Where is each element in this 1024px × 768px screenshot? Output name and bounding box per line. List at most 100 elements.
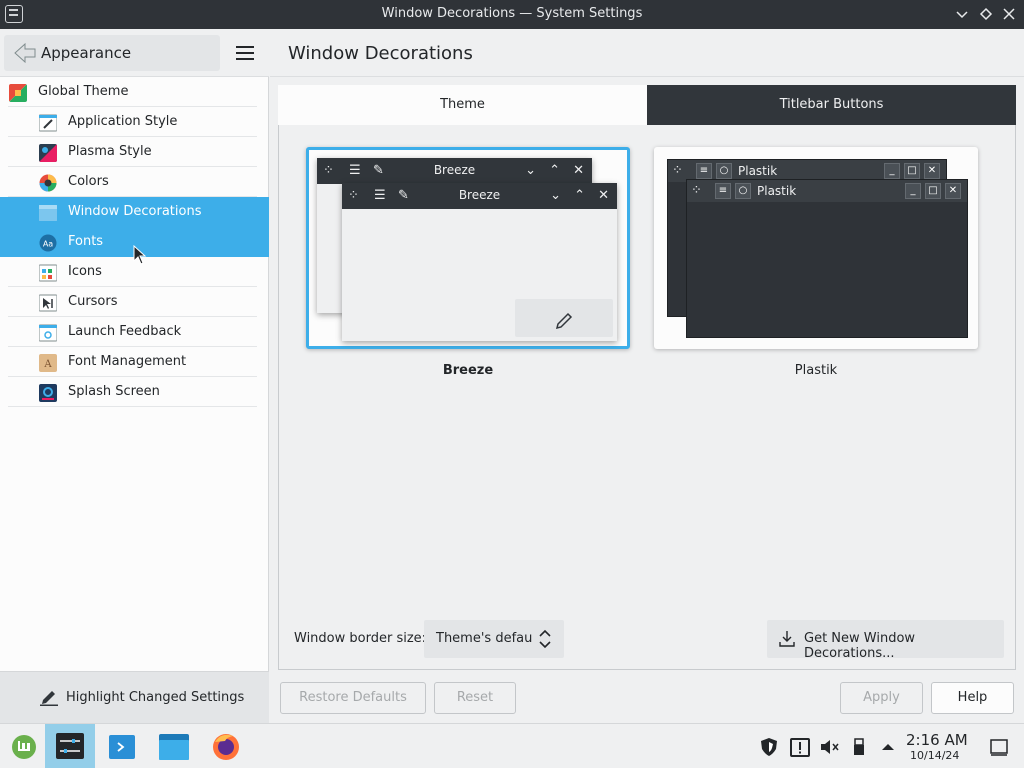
clock-time[interactable]: 2:16 AM xyxy=(906,731,968,749)
application-style-icon xyxy=(39,114,57,132)
sidebar: Appearance Global Theme Application Styl… xyxy=(0,29,269,723)
sidebar-item-label: Plasma Style xyxy=(68,144,152,159)
taskbar-system-settings[interactable] xyxy=(45,724,95,768)
application-launcher-button[interactable] xyxy=(0,724,50,768)
system-settings-icon xyxy=(56,733,84,759)
decoration-card-breeze[interactable]: ⁘ ☰ ✎ Breeze ⌄ ⌃ ✕ ⁘ ☰ ✎ Breeze ⌄ ⌃ ✕ xyxy=(306,147,630,349)
maximize-icon: ⌃ xyxy=(574,188,585,203)
sidebar-item-label: Cursors xyxy=(68,294,118,309)
sticky-icon: ○ xyxy=(716,163,732,179)
close-icon: ✕ xyxy=(945,183,961,199)
restore-defaults-button[interactable]: Restore Defaults xyxy=(280,682,426,714)
global-theme-icon xyxy=(9,84,27,102)
maximize-icon: □ xyxy=(904,163,920,179)
window-title: Window Decorations — System Settings xyxy=(381,6,643,21)
window-border-size-select[interactable]: Theme's defau xyxy=(424,620,564,658)
folder-icon xyxy=(159,734,189,760)
maximize-icon[interactable] xyxy=(976,4,996,24)
highlight-changed-settings-button[interactable]: Highlight Changed Settings xyxy=(0,671,269,723)
close-icon: ✕ xyxy=(924,163,940,179)
window-menu-icon: ⁘ xyxy=(672,163,683,178)
cursors-icon xyxy=(39,294,57,312)
decoration-name-plastik: Plastik xyxy=(794,363,838,378)
sidebar-header: Appearance xyxy=(0,29,269,77)
sidebar-item-plasma-style[interactable]: Plasma Style xyxy=(0,137,269,167)
font-management-icon: A xyxy=(39,354,57,372)
firefox-icon xyxy=(213,734,239,760)
minimize-icon[interactable] xyxy=(952,4,972,24)
sidebar-item-window-decorations[interactable]: Window Decorations xyxy=(0,197,269,227)
back-button[interactable]: Appearance xyxy=(4,35,220,71)
plastik-preview-front-window: ⁘ ≡ ○ Plastik _ □ ✕ xyxy=(686,179,968,338)
back-arrow-icon xyxy=(14,43,36,63)
sidebar-item-font-management[interactable]: A Font Management xyxy=(0,347,269,377)
sidebar-item-application-style[interactable]: Application Style xyxy=(0,107,269,137)
sidebar-item-cursors[interactable]: Cursors xyxy=(0,287,269,317)
sidebar-item-label: Launch Feedback xyxy=(68,324,182,339)
volume-muted-icon[interactable] xyxy=(818,736,840,758)
tab-titlebar-buttons[interactable]: Titlebar Buttons xyxy=(647,85,1016,125)
decoration-name-breeze: Breeze xyxy=(442,363,494,378)
window-border-size-label: Window border size: xyxy=(294,631,427,646)
sidebar-item-launch-feedback[interactable]: Launch Feedback xyxy=(0,317,269,347)
sidebar-item-colors[interactable]: Colors xyxy=(0,167,269,197)
window-border-size-value: Theme's defau xyxy=(436,631,533,646)
decoration-card-plastik[interactable]: ⁘ ≡ ○ Plastik _ □ ✕ ⁘ ≡ ○ Plastik _ □ ✕ xyxy=(654,147,978,349)
taskbar-file-manager[interactable] xyxy=(149,724,199,768)
close-icon[interactable] xyxy=(999,4,1019,24)
apply-button[interactable]: Apply xyxy=(840,682,923,714)
chevron-up-icon[interactable] xyxy=(877,736,899,758)
svg-text:Aa: Aa xyxy=(43,240,53,249)
mouse-cursor-icon xyxy=(133,245,147,265)
sidebar-item-global-theme[interactable]: Global Theme xyxy=(0,77,269,107)
window-titlebar[interactable]: Window Decorations — System Settings xyxy=(0,0,1024,29)
sidebar-item-label: Fonts xyxy=(68,234,104,249)
close-icon: ✕ xyxy=(573,163,584,178)
main-content: Window Decorations Theme Titlebar Button… xyxy=(270,29,1024,723)
svg-text:A: A xyxy=(43,359,52,370)
get-new-window-decorations-button[interactable]: Get New Window Decorations... xyxy=(767,620,1004,661)
sidebar-item-splash-screen[interactable]: Splash Screen xyxy=(0,377,269,407)
shield-icon[interactable] xyxy=(758,736,780,758)
help-button[interactable]: Help xyxy=(931,682,1014,714)
sidebar-item-label: Application Style xyxy=(68,114,178,129)
menu-icon: ≡ xyxy=(715,183,731,199)
sidebar-item-label: Font Management xyxy=(68,354,187,369)
tab-theme[interactable]: Theme xyxy=(278,85,647,125)
highlight-changed-settings-label: Highlight Changed Settings xyxy=(66,690,245,705)
minimize-icon: ⌄ xyxy=(550,188,561,203)
sticky-icon: ○ xyxy=(735,183,751,199)
maximize-icon: ⌃ xyxy=(549,163,560,178)
software-store-icon xyxy=(109,735,135,759)
close-icon: ✕ xyxy=(598,188,609,203)
back-button-label: Appearance xyxy=(41,44,132,62)
icons-icon xyxy=(39,264,57,282)
show-desktop-icon[interactable] xyxy=(988,736,1010,758)
minimize-icon: _ xyxy=(905,183,921,199)
plasma-style-icon xyxy=(39,144,57,162)
taskbar-discover[interactable] xyxy=(97,724,147,768)
window-menu-icon: ⁘ xyxy=(691,183,702,198)
reset-button[interactable]: Reset xyxy=(434,682,516,714)
pen-icon xyxy=(40,691,58,706)
minimize-icon: ⌄ xyxy=(525,163,536,178)
usb-device-icon[interactable] xyxy=(848,736,870,758)
tab-bar: Theme Titlebar Buttons xyxy=(278,85,1016,125)
colors-icon xyxy=(39,174,57,192)
taskbar-firefox[interactable] xyxy=(201,724,251,768)
get-new-label: Get New Window Decorations... xyxy=(804,631,916,661)
page-title: Window Decorations xyxy=(288,43,473,64)
sidebar-item-label: Global Theme xyxy=(38,84,129,99)
theme-tab-panel: ⁘ ☰ ✎ Breeze ⌄ ⌃ ✕ ⁘ ☰ ✎ Breeze ⌄ ⌃ ✕ Br… xyxy=(278,125,1016,670)
clock-date[interactable]: 10/14/24 xyxy=(910,749,959,762)
taskbar: 2:16 AM 10/14/24 xyxy=(0,723,1024,768)
maximize-icon: □ xyxy=(925,183,941,199)
sidebar-item-label: Icons xyxy=(68,264,102,279)
sidebar-item-label: Window Decorations xyxy=(68,204,202,219)
minimize-icon: _ xyxy=(884,163,900,179)
update-notification-icon[interactable] xyxy=(789,736,811,758)
spin-arrows-icon xyxy=(539,629,551,649)
hamburger-menu-icon[interactable] xyxy=(228,37,262,69)
splash-screen-icon xyxy=(39,384,57,402)
edit-decoration-button[interactable] xyxy=(515,299,613,337)
